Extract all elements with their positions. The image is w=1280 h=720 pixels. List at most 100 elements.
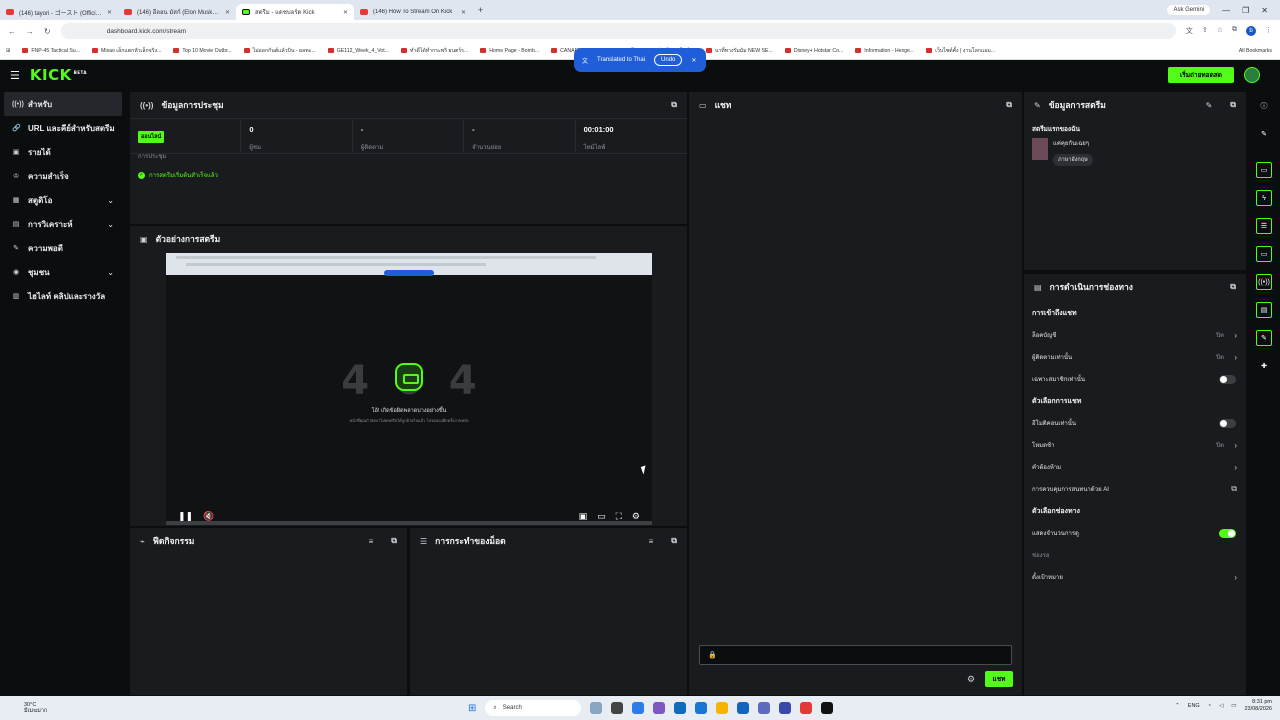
video-progress-bar[interactable] (166, 521, 652, 525)
reload-icon[interactable]: ↻ (44, 27, 51, 36)
bookmark-item[interactable]: GE112_Week_4_Vot... (327, 48, 389, 54)
popout-icon[interactable]: ⧉ (1006, 100, 1012, 110)
close-tab-icon[interactable]: ✕ (225, 9, 230, 16)
sidebar-item-achievements[interactable]: ♔ ความสำเร็จ (0, 164, 126, 188)
apps-icon[interactable]: ⊞ (6, 48, 10, 54)
chevron-up-icon[interactable]: ⌃ (1175, 703, 1180, 709)
clock[interactable]: 8:31 pm 23/08/2026 (1244, 699, 1272, 713)
bookmark-item[interactable]: นาที่ทางรัมมัม NEW SE... (705, 47, 773, 55)
store-icon[interactable] (674, 702, 687, 714)
bookmark-item[interactable]: Information - Hexge... (855, 48, 914, 54)
popout-icon[interactable]: ⧉ (671, 100, 677, 110)
forward-icon[interactable]: → (26, 27, 34, 36)
sidebar-item-moderation[interactable]: ✎ ความพอดี (0, 236, 126, 260)
obs-icon[interactable] (821, 702, 834, 714)
popout-icon[interactable]: ⧉ (1230, 282, 1236, 292)
row-account-lock[interactable]: ล็อคบัญชี ปิด › (1024, 324, 1246, 346)
filter-icon[interactable]: ≡ (649, 537, 654, 546)
bookmark-item[interactable]: Misao เล็กแตกหัวเล็กจริง... (92, 47, 161, 55)
url-field[interactable]: dashboard.kick.com/stream (60, 23, 1176, 39)
minimize-icon[interactable]: — (1222, 6, 1230, 15)
chat-icon[interactable]: ▭ (1256, 246, 1272, 262)
row-followers-only[interactable]: ผู้ติดตามเท่านั้น ปิด › (1024, 346, 1246, 368)
popout-icon[interactable]: ⧉ (391, 536, 397, 546)
browser-tab[interactable]: (146) อีลอน มัสก์ (Elon Musk) จะ ✕ (118, 4, 236, 20)
channel-icon[interactable]: ▤ (1256, 302, 1272, 318)
sidebar-item-url-key[interactable]: 🔗 URL และคีย์สำหรับสตรีม (0, 116, 126, 140)
chat-input[interactable]: 🔒 (699, 645, 1012, 665)
copilot-icon[interactable] (653, 702, 666, 714)
sidebar-item-stream[interactable]: ((•)) สำหรับ (4, 92, 122, 116)
language-indicator[interactable]: ENG (1188, 703, 1200, 709)
browser-tab[interactable]: (146) tayori - ゴースト (Official Vi ✕ (0, 4, 118, 20)
kick-logo[interactable]: KICK BETA (30, 66, 87, 84)
go-live-button[interactable]: เริ่มถ่ายทอดสด (1168, 67, 1234, 83)
viewcount-toggle[interactable] (1219, 528, 1236, 538)
bookmark-item[interactable]: ไม่ออกกันต์แล้วบิน - ผลทะ... (243, 47, 316, 55)
session-panel-icon[interactable]: ▭ (1256, 162, 1272, 178)
battery-icon[interactable]: ▭ (1231, 703, 1236, 709)
close-tab-icon[interactable]: ✕ (461, 9, 466, 16)
weather-widget[interactable]: 30°C มีเมฆมาก (0, 702, 47, 714)
info-icon[interactable]: ⓘ (1256, 98, 1272, 114)
discord-icon[interactable] (779, 702, 792, 714)
menu-icon[interactable]: ⋮ (1265, 26, 1272, 36)
chat-send-button[interactable]: แชท (985, 671, 1013, 687)
wifi-icon[interactable]: ◔ (1208, 703, 1211, 709)
mail-icon[interactable] (695, 702, 708, 714)
sidebar-item-community[interactable]: ◉ ชุมชน ⌄ (0, 260, 126, 284)
bookmark-item[interactable]: Top 10 Movie Outbr... (173, 48, 232, 54)
sidebar-item-revenue[interactable]: ▣ รายได้ (0, 140, 126, 164)
video-player[interactable]: 404 โอ้! เกิดข้อผิดพลาดบางอย่างขึ้น หน้า… (166, 253, 652, 525)
browser-tab[interactable]: (146) How To Stream On Kick ✕ (354, 4, 472, 20)
chrome-icon[interactable] (800, 702, 813, 714)
undo-button[interactable]: Undo (654, 54, 683, 66)
widgets-icon[interactable] (590, 702, 603, 714)
close-tab-icon[interactable]: ✕ (343, 9, 348, 16)
translate-icon[interactable]: 文 (1186, 26, 1193, 36)
maximize-icon[interactable]: ❐ (1242, 6, 1249, 15)
emote-only-toggle[interactable] (1219, 418, 1236, 428)
lightning-icon[interactable]: ϟ (1256, 190, 1272, 206)
hamburger-icon[interactable]: ☰ (10, 69, 20, 82)
row-slow-mode[interactable]: โหมดช้า ปิด › (1024, 434, 1246, 456)
row-set-goal[interactable]: ตั้งเป้าหมาย › (1024, 566, 1246, 588)
close-window-icon[interactable]: ✕ (1261, 6, 1268, 15)
edge-icon[interactable] (632, 702, 645, 714)
row-banned-words[interactable]: คำต้องห้าม › (1024, 456, 1246, 478)
popout-icon[interactable]: ⧉ (671, 536, 677, 546)
word-icon[interactable] (737, 702, 750, 714)
bookmark-item[interactable]: FNP-45 Tactical Su... (22, 48, 80, 54)
ask-gemini-button[interactable]: Ask Gemini (1167, 5, 1211, 15)
add-widget-icon[interactable]: ✚ (1256, 358, 1272, 374)
subscribers-only-toggle[interactable] (1219, 374, 1236, 384)
filter-icon[interactable]: ≡ (369, 537, 374, 546)
bookmark-item[interactable]: Disney+ Hotstar Co... (784, 48, 843, 54)
close-icon[interactable]: ✕ (691, 57, 696, 64)
sidebar-item-studio[interactable]: ▦ สตูดิโอ ⌄ (0, 188, 126, 212)
bookmark-item[interactable]: เว็บไซต์ตั้ง | งานโลกแอม... (926, 47, 995, 55)
new-tab-button[interactable]: + (478, 5, 483, 15)
task-view-icon[interactable] (611, 702, 624, 714)
popout-icon[interactable]: ⧉ (1230, 100, 1236, 110)
profile-avatar[interactable]: b (1246, 26, 1256, 36)
windows-start-icon[interactable]: ⊞ (468, 703, 476, 714)
sidebar-item-analytics[interactable]: ▤ การวิเคราะห์ ⌄ (0, 212, 126, 236)
row-ai-moderation[interactable]: การควบคุมการสนทนาด้วย AI ⧉ (1024, 478, 1246, 500)
back-icon[interactable]: ← (8, 27, 16, 36)
share-icon[interactable]: ⇪ (1202, 26, 1208, 36)
edit-icon[interactable]: ✎ (1256, 126, 1272, 142)
list-icon[interactable]: ☰ (1256, 218, 1272, 234)
browser-tab-active[interactable]: สตรีม - แดชบอร์ด Kick ✕ (236, 4, 354, 20)
wrench-icon[interactable]: ✎ (1256, 330, 1272, 346)
extensions-icon[interactable]: ⧉ (1232, 26, 1237, 36)
bookmark-item[interactable]: ทำดีได้ทำกระพริ ยนตร์ร... (401, 47, 468, 55)
close-tab-icon[interactable]: ✕ (107, 9, 112, 16)
all-bookmarks[interactable]: All Bookmarks (1239, 48, 1280, 54)
chat-settings-icon[interactable]: ⚙ (967, 674, 975, 685)
taskbar-search[interactable]: ⌕ Search (485, 700, 582, 716)
star-icon[interactable]: ☆ (1217, 26, 1223, 36)
volume-icon[interactable]: ◁ (1219, 703, 1223, 709)
file-explorer-icon[interactable] (716, 702, 729, 714)
bookmark-item[interactable]: Home Page - Bomb... (480, 48, 539, 54)
